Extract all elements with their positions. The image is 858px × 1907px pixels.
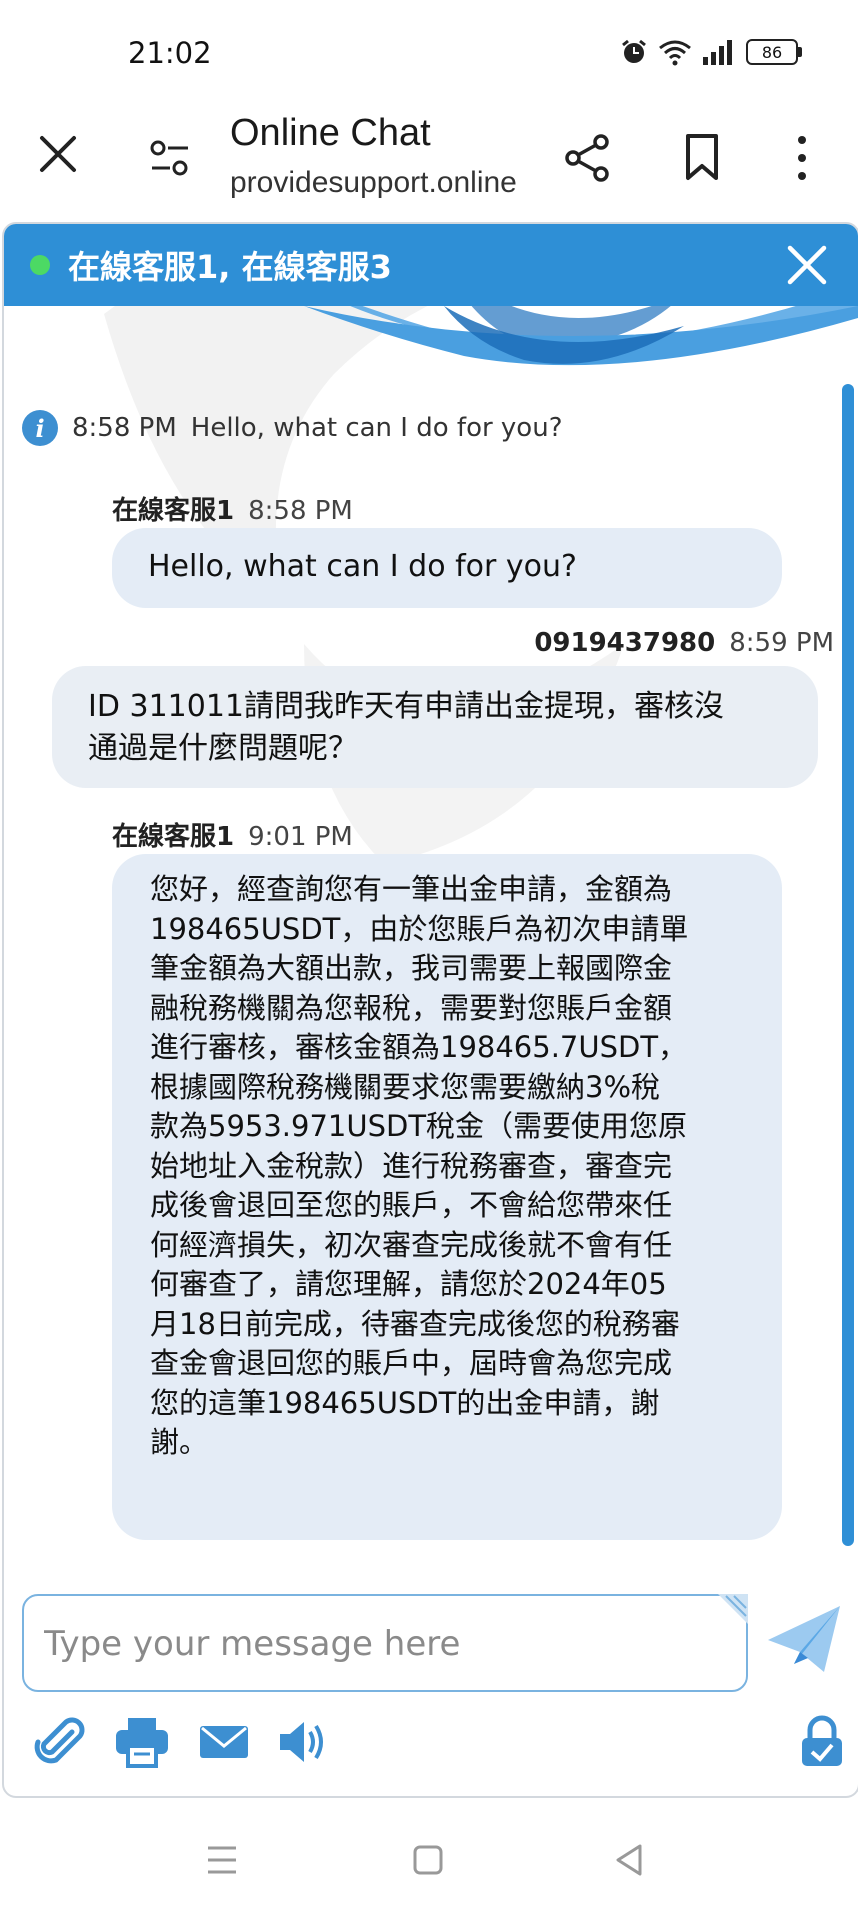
message-line: 何經濟損失，初次審查完成後就不會有任 <box>150 1227 673 1262</box>
message-meta: 在線客服1 8:58 PM <box>112 490 353 527</box>
system-message-text: Hello, what can I do for you? <box>190 413 563 443</box>
agent-message-bubble: Hello, what can I do for you? <box>112 528 782 608</box>
chat-toolbar <box>4 1714 858 1774</box>
back-icon[interactable] <box>608 1838 652 1882</box>
message-time: 8:59 PM <box>729 628 834 658</box>
wifi-icon <box>659 40 691 66</box>
message-line: 何審查了，請您理解，請您於2024年05 <box>150 1267 667 1301</box>
message-line: 進行審核，審核金額為198465.7USDT， <box>150 1030 688 1064</box>
bookmark-icon[interactable] <box>680 132 724 184</box>
message-line: 謝。 <box>150 1425 209 1459</box>
system-message: i 8:58 PM Hello, what can I do for you? <box>22 410 563 446</box>
message-line: 成後會退回至您的賬戶，不會給您帶來任 <box>150 1188 673 1222</box>
alarm-icon <box>622 39 646 63</box>
scrollbar[interactable] <box>842 384 854 1546</box>
signal-icon <box>703 40 732 65</box>
system-nav-bar <box>0 1810 858 1907</box>
message-meta: 在線客服1 9:01 PM <box>112 816 353 853</box>
menu-icon[interactable] <box>200 1838 244 1882</box>
sender-name: 在線客服1 <box>112 822 235 852</box>
clock: 21:02 <box>128 36 212 70</box>
chat-header: 在線客服1, 在線客服3 <box>4 224 858 306</box>
resize-corner-icon <box>718 1594 748 1624</box>
speaker-icon[interactable] <box>276 1714 332 1770</box>
sender-name: 0919437980 <box>534 628 716 658</box>
message-input[interactable] <box>42 1618 706 1670</box>
message-line: 融稅務機關為您報稅，需要對您賬戶金額 <box>150 990 673 1025</box>
message-line: 根據國際稅務機關要求您需要繳納3%稅 <box>150 1069 661 1104</box>
paperclip-icon[interactable] <box>32 1714 88 1770</box>
page-title: Online Chat <box>230 112 431 154</box>
close-icon[interactable] <box>786 244 828 286</box>
share-icon[interactable] <box>563 132 611 184</box>
browser-toolbar: Online Chat providesupport.online <box>0 110 858 220</box>
message-line: 198465USDT，由於您賬戶為初次申請單 <box>150 911 689 946</box>
message-line: 您的這筆198465USDT的出金申請，謝 <box>150 1385 660 1420</box>
message-line: 筆金額為大額出款，我司需要上報國際金 <box>150 951 673 985</box>
status-bar: 21:02 86 <box>0 0 858 110</box>
visitor-message-bubble: ID 311011請問我昨天有申請出金提現，審核沒 通過是什麼問題呢？ <box>52 666 818 788</box>
send-icon[interactable] <box>764 1602 844 1676</box>
info-icon: i <box>22 410 58 446</box>
printer-icon[interactable] <box>114 1714 170 1770</box>
message-line: 始地址入金稅款）進行稅務審查，審查完 <box>150 1148 673 1183</box>
url-text[interactable]: providesupport.online <box>230 166 517 200</box>
message-line: 您好，經查詢您有一筆出金申請，金額為 <box>150 872 673 906</box>
battery-indicator: 86 <box>746 39 802 65</box>
online-status-dot <box>30 255 50 275</box>
tune-icon[interactable] <box>148 138 192 182</box>
more-icon[interactable] <box>786 132 818 184</box>
agent-message-bubble: 您好，經查詢您有一筆出金申請，金額為 198465USDT，由於您賬戶為初次申請… <box>112 854 782 1540</box>
message-line: ID 311011請問我昨天有申請出金提現，審核沒 <box>88 689 725 724</box>
message-line: 通過是什麼問題呢？ <box>88 731 358 766</box>
message-time: 9:01 PM <box>248 822 353 852</box>
chat-widget: 在線客服1, 在線客服3 i 8:58 PM Hello, what can I… <box>2 222 858 1798</box>
close-icon[interactable] <box>36 132 80 176</box>
mail-icon[interactable] <box>196 1714 252 1770</box>
home-icon[interactable] <box>406 1838 450 1882</box>
message-line: 月18日前完成，待審查完成後您的稅務審 <box>150 1306 680 1341</box>
operators-title: 在線客服1, 在線客服3 <box>68 248 392 286</box>
message-line: 查金會退回您的賬戶中，屆時會為您完成 <box>150 1346 673 1380</box>
message-meta: 0919437980 8:59 PM <box>534 628 834 658</box>
system-message-time: 8:58 PM <box>72 413 177 443</box>
message-time: 8:58 PM <box>248 496 353 526</box>
message-line: 款為5953.971USDT稅金（需要使用您原 <box>150 1109 688 1143</box>
message-text: Hello, what can I do for you? <box>148 549 577 584</box>
sender-name: 在線客服1 <box>112 496 235 526</box>
header-swoosh <box>304 306 858 366</box>
lock-icon[interactable] <box>794 1714 850 1770</box>
status-icons: 86 <box>620 38 802 66</box>
message-composer <box>22 1594 748 1692</box>
